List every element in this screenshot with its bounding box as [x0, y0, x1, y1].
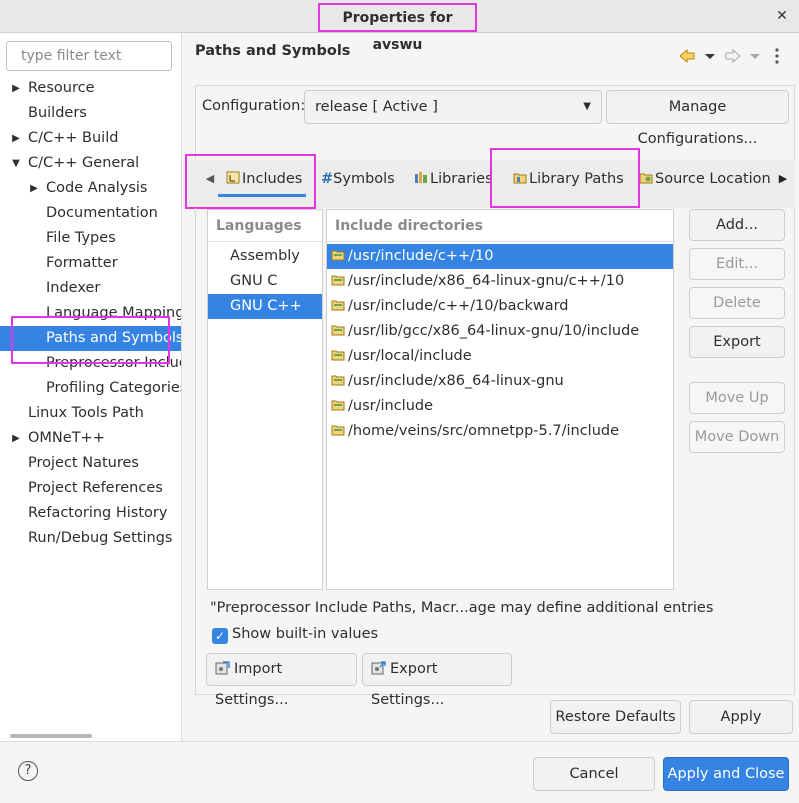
forward-menu-chevron-down-icon[interactable]	[748, 45, 762, 67]
collapse-arrow-icon[interactable]: ▼	[10, 151, 22, 176]
window-title: Properties for avswu	[318, 3, 477, 53]
add-button[interactable]: Add...	[689, 209, 785, 241]
language-item-assembly[interactable]: Assembly	[208, 244, 322, 269]
tree-item-profiling-categories[interactable]: Profiling Categories	[0, 376, 181, 401]
cancel-button[interactable]: Cancel	[533, 757, 655, 791]
include-dir-item[interactable]: /home/veins/src/omnetpp-5.7/include	[327, 419, 673, 444]
tree-item-file-types[interactable]: File Types	[0, 226, 181, 251]
language-item-gnu-cpp[interactable]: GNU C++	[208, 294, 322, 319]
move-down-button[interactable]: Move Down	[689, 421, 785, 453]
tree-item-linux-tools-path[interactable]: Linux Tools Path	[0, 401, 181, 426]
include-dir-item[interactable]: /usr/include	[327, 394, 673, 419]
chevron-down-icon: ▼	[583, 101, 591, 112]
tab-symbols[interactable]: #Symbols	[321, 160, 395, 208]
tree-item-indexer[interactable]: Indexer	[0, 276, 181, 301]
include-dir-item[interactable]: /usr/include/c++/10/backward	[327, 294, 673, 319]
include-folder-icon	[331, 250, 345, 261]
include-folder-icon	[331, 425, 345, 436]
highlight-library-paths-tab	[490, 148, 640, 208]
tree-item-builders[interactable]: Builders	[0, 101, 181, 126]
manage-configurations-button[interactable]: Manage Configurations...	[606, 90, 789, 147]
edit-button[interactable]: Edit...	[689, 248, 785, 280]
include-folder-icon	[331, 300, 345, 311]
export-settings-icon	[371, 661, 386, 675]
expand-arrow-icon[interactable]: ▶	[28, 176, 40, 201]
tree-item-code-analysis[interactable]: ▶ Code Analysis	[0, 176, 181, 201]
show-builtin-checkbox[interactable]: ✓	[212, 628, 228, 644]
more-options-icon[interactable]	[772, 45, 782, 67]
back-arrow-icon[interactable]	[678, 45, 696, 67]
languages-list[interactable]: Languages Assembly GNU C GNU C++	[207, 209, 323, 590]
tree-item-project-natures[interactable]: Project Natures	[0, 451, 181, 476]
include-folder-icon	[331, 325, 345, 336]
forward-arrow-icon[interactable]	[724, 45, 742, 67]
tree-item-documentation[interactable]: Documentation	[0, 201, 181, 226]
info-note: "Preprocessor Include Paths, Macr...age …	[210, 600, 714, 616]
configuration-value: release [ Active ]	[315, 99, 438, 115]
include-folder-icon	[331, 275, 345, 286]
expand-arrow-icon[interactable]: ▶	[10, 126, 22, 151]
include-dir-item[interactable]: /usr/include/x86_64-linux-gnu	[327, 369, 673, 394]
apply-and-close-button[interactable]: Apply and Close	[663, 757, 789, 791]
close-icon[interactable]: ✕	[772, 6, 792, 26]
include-dir-item[interactable]: /usr/include/c++/10	[327, 244, 673, 269]
language-item-gnu-c[interactable]: GNU C	[208, 269, 322, 294]
tree-item-formatter[interactable]: Formatter	[0, 251, 181, 276]
languages-header: Languages	[208, 210, 322, 242]
restore-defaults-button[interactable]: Restore Defaults	[550, 700, 681, 734]
apply-button[interactable]: Apply	[689, 700, 793, 734]
tree-item-refactoring-history[interactable]: Refactoring History	[0, 501, 181, 526]
tab-libraries[interactable]: Libraries	[414, 160, 493, 208]
highlight-includes-tab	[185, 154, 316, 209]
include-dir-item[interactable]: /usr/lib/gcc/x86_64-linux-gnu/10/include	[327, 319, 673, 344]
title-bar: Properties for avswu ✕	[0, 0, 799, 53]
page-title: Paths and Symbols	[195, 43, 351, 59]
properties-tree: ▶ Resource Builders ▶ C/C++ Build ▼ C/C+…	[0, 76, 181, 551]
show-builtin-label: Show built-in values	[232, 626, 379, 642]
libraries-books-icon	[415, 172, 427, 183]
tab-source-location[interactable]: Source Location	[639, 160, 771, 208]
tree-item-cpp-build[interactable]: ▶ C/C++ Build	[0, 126, 181, 151]
include-dir-item[interactable]: /usr/include/x86_64-linux-gnu/c++/10	[327, 269, 673, 294]
delete-button[interactable]: Delete	[689, 287, 785, 319]
back-menu-chevron-down-icon[interactable]	[703, 45, 717, 67]
tree-item-omnetpp[interactable]: ▶ OMNeT++	[0, 426, 181, 451]
help-icon[interactable]: ?	[18, 761, 38, 781]
expand-arrow-icon[interactable]: ▶	[10, 76, 22, 101]
tree-item-resource[interactable]: ▶ Resource	[0, 76, 181, 101]
dialog-button-bar: ? Cancel Apply and Close	[0, 741, 799, 803]
filter-input[interactable]	[6, 41, 172, 71]
tab-scroll-right-icon[interactable]: ▶	[777, 160, 789, 208]
includes-tab-panel: Languages Assembly GNU C GNU C++ Include…	[195, 208, 795, 708]
source-location-folder-icon	[639, 173, 653, 184]
configuration-label: Configuration:	[202, 98, 306, 114]
include-folder-icon	[331, 350, 345, 361]
move-up-button[interactable]: Move Up	[689, 382, 785, 414]
include-dir-item[interactable]: /usr/local/include	[327, 344, 673, 369]
export-button[interactable]: Export	[689, 326, 785, 358]
export-settings-button[interactable]: Export Settings...	[362, 653, 512, 708]
tree-item-project-references[interactable]: Project References	[0, 476, 181, 501]
tree-item-run-debug-settings[interactable]: Run/Debug Settings	[0, 526, 181, 551]
include-directories-header: Include directories	[327, 210, 673, 242]
horizontal-scrollbar[interactable]	[10, 734, 92, 738]
expand-arrow-icon[interactable]: ▶	[10, 426, 22, 451]
import-settings-button[interactable]: Import Settings...	[206, 653, 357, 708]
include-folder-icon	[331, 375, 345, 386]
import-settings-icon	[215, 661, 230, 675]
configuration-combo[interactable]: release [ Active ] ▼	[304, 90, 602, 124]
tree-item-cpp-general[interactable]: ▼ C/C++ General	[0, 151, 181, 176]
include-directories-list[interactable]: Include directories /usr/include/c++/10 …	[326, 209, 674, 590]
include-folder-icon	[331, 400, 345, 411]
highlight-paths-and-symbols	[11, 316, 170, 364]
left-panel: ▶ Resource Builders ▶ C/C++ Build ▼ C/C+…	[0, 33, 182, 741]
right-panel: Paths and Symbols Configuration: release…	[183, 33, 799, 741]
symbols-hash-icon: #	[321, 171, 334, 187]
